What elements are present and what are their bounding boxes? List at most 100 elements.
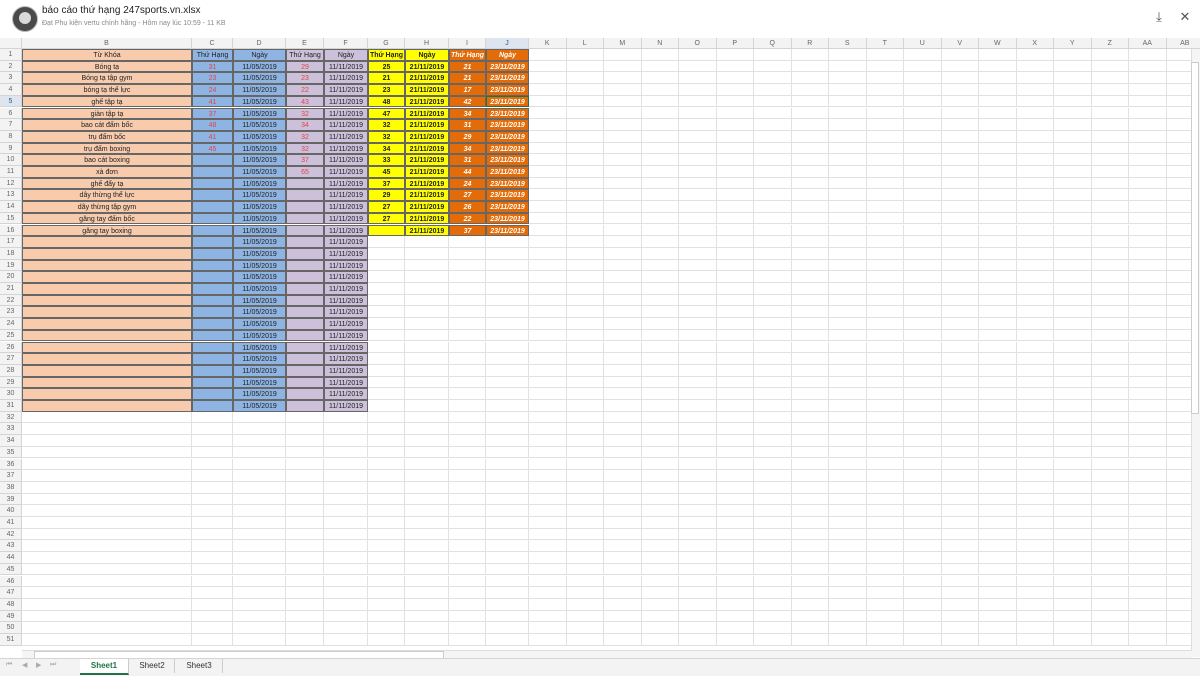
cell-n51[interactable]: [642, 634, 680, 646]
cell-o47[interactable]: [679, 587, 717, 599]
cell-l28[interactable]: [567, 365, 605, 377]
cell-k48[interactable]: [529, 599, 567, 611]
cell-m19[interactable]: [604, 260, 642, 272]
cell-q47[interactable]: [754, 587, 792, 599]
row-header-31[interactable]: 31: [0, 400, 22, 412]
column-header-q[interactable]: Q: [754, 38, 792, 49]
cell-h41[interactable]: [405, 517, 449, 529]
cell-x24[interactable]: [1017, 318, 1055, 330]
cell-l36[interactable]: [567, 459, 605, 471]
cell-e5[interactable]: 43: [286, 96, 324, 108]
cell-i11[interactable]: 44: [449, 166, 486, 178]
cell-n22[interactable]: [642, 295, 680, 307]
cell-e46[interactable]: [286, 576, 324, 588]
cell-x50[interactable]: [1017, 622, 1055, 634]
cell-s44[interactable]: [829, 552, 867, 564]
cell-n6[interactable]: [642, 108, 680, 120]
cell-h6[interactable]: 21/11/2019: [405, 108, 449, 120]
cell-v49[interactable]: [942, 611, 980, 623]
cell-g27[interactable]: [368, 353, 405, 365]
cell-q42[interactable]: [754, 529, 792, 541]
cell-o4[interactable]: [679, 84, 717, 96]
cell-b51[interactable]: [22, 634, 192, 646]
cell-i26[interactable]: [449, 342, 486, 354]
row-header-17[interactable]: 17: [0, 236, 22, 248]
cell-w16[interactable]: [979, 225, 1017, 237]
cell-k11[interactable]: [529, 166, 567, 178]
cell-aa36[interactable]: [1129, 459, 1167, 471]
cell-u28[interactable]: [904, 365, 942, 377]
cell-u27[interactable]: [904, 353, 942, 365]
cell-s24[interactable]: [829, 318, 867, 330]
cell-s51[interactable]: [829, 634, 867, 646]
cell-z37[interactable]: [1092, 470, 1130, 482]
cell-s8[interactable]: [829, 131, 867, 143]
cell-l19[interactable]: [567, 260, 605, 272]
cell-g47[interactable]: [368, 587, 405, 599]
cell-w8[interactable]: [979, 131, 1017, 143]
cell-r16[interactable]: [792, 225, 830, 237]
cell-u46[interactable]: [904, 576, 942, 588]
cell-d38[interactable]: [233, 482, 286, 494]
cell-g1[interactable]: Thứ Hạng: [368, 49, 405, 61]
cell-o15[interactable]: [679, 213, 717, 225]
cell-y40[interactable]: [1054, 505, 1092, 517]
cell-s23[interactable]: [829, 306, 867, 318]
cell-s15[interactable]: [829, 213, 867, 225]
cell-n32[interactable]: [642, 412, 680, 424]
cell-g45[interactable]: [368, 564, 405, 576]
cell-g10[interactable]: 33: [368, 154, 405, 166]
cell-i12[interactable]: 24: [449, 178, 486, 190]
cell-l23[interactable]: [567, 306, 605, 318]
cell-v31[interactable]: [942, 400, 980, 412]
cell-x48[interactable]: [1017, 599, 1055, 611]
cell-x8[interactable]: [1017, 131, 1055, 143]
cell-r10[interactable]: [792, 154, 830, 166]
cell-l43[interactable]: [567, 540, 605, 552]
cell-u15[interactable]: [904, 213, 942, 225]
cell-v48[interactable]: [942, 599, 980, 611]
cell-o28[interactable]: [679, 365, 717, 377]
column-header-t[interactable]: T: [867, 38, 905, 49]
cell-b40[interactable]: [22, 505, 192, 517]
cell-aa39[interactable]: [1129, 494, 1167, 506]
cell-z15[interactable]: [1092, 213, 1130, 225]
cell-o51[interactable]: [679, 634, 717, 646]
cell-e16[interactable]: [286, 225, 324, 237]
cell-f22[interactable]: 11/11/2019: [324, 295, 368, 307]
cell-n9[interactable]: [642, 143, 680, 155]
cell-aa37[interactable]: [1129, 470, 1167, 482]
cell-w9[interactable]: [979, 143, 1017, 155]
cell-e31[interactable]: [286, 400, 324, 412]
cell-n25[interactable]: [642, 330, 680, 342]
cell-j13[interactable]: 23/11/2019: [486, 189, 529, 201]
row-header-10[interactable]: 10: [0, 154, 22, 166]
cell-f11[interactable]: 11/11/2019: [324, 166, 368, 178]
cell-k15[interactable]: [529, 213, 567, 225]
cell-d5[interactable]: 11/05/2019: [233, 96, 286, 108]
cell-c19[interactable]: [192, 260, 233, 272]
cell-t6[interactable]: [867, 108, 905, 120]
cell-q1[interactable]: [754, 49, 792, 61]
cell-c35[interactable]: [192, 447, 233, 459]
cell-m14[interactable]: [604, 201, 642, 213]
cell-h36[interactable]: [405, 459, 449, 471]
cell-r44[interactable]: [792, 552, 830, 564]
cell-aa49[interactable]: [1129, 611, 1167, 623]
cell-h3[interactable]: 21/11/2019: [405, 72, 449, 84]
cell-k22[interactable]: [529, 295, 567, 307]
cell-r34[interactable]: [792, 435, 830, 447]
cell-x12[interactable]: [1017, 178, 1055, 190]
cell-l4[interactable]: [567, 84, 605, 96]
cell-o25[interactable]: [679, 330, 717, 342]
cell-j48[interactable]: [486, 599, 529, 611]
cell-h49[interactable]: [405, 611, 449, 623]
cell-aa1[interactable]: [1129, 49, 1167, 61]
cell-n36[interactable]: [642, 459, 680, 471]
cell-f41[interactable]: [324, 517, 368, 529]
cell-j46[interactable]: [486, 576, 529, 588]
cell-u36[interactable]: [904, 459, 942, 471]
cell-m50[interactable]: [604, 622, 642, 634]
cell-g51[interactable]: [368, 634, 405, 646]
cell-w40[interactable]: [979, 505, 1017, 517]
